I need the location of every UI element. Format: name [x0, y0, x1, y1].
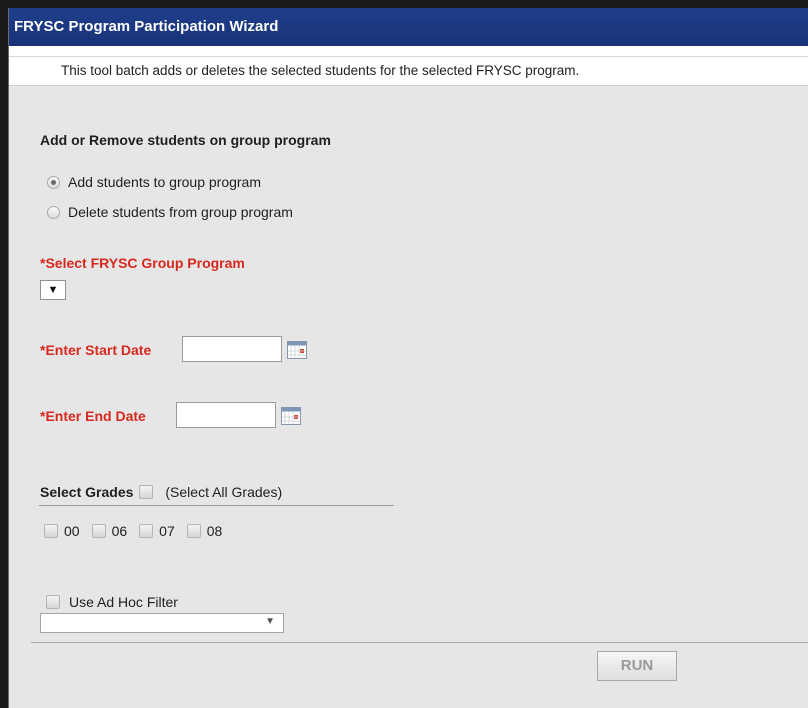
- radio-delete-students[interactable]: Delete students from group program: [47, 204, 293, 220]
- grade-label: 07: [159, 523, 175, 539]
- footer-divider: [31, 642, 808, 643]
- radio-add-students[interactable]: Add students to group program: [47, 174, 261, 190]
- grade-item-07[interactable]: 07: [139, 523, 175, 539]
- adhoc-filter-label: Use Ad Hoc Filter: [69, 594, 178, 610]
- grade-label: 06: [111, 523, 128, 539]
- grade-checkbox[interactable]: [139, 524, 154, 538]
- grade-checkbox[interactable]: [91, 524, 106, 538]
- grade-item-06[interactable]: 06: [91, 523, 128, 539]
- grades-heading-row: Select Grades (Select All Grades): [40, 484, 282, 500]
- adhoc-filter-row[interactable]: Use Ad Hoc Filter: [46, 594, 178, 610]
- group-program-select[interactable]: ▼: [40, 280, 66, 300]
- calendar-icon[interactable]: [281, 407, 301, 425]
- radio-add-students-control[interactable]: [47, 175, 60, 189]
- calendar-icon[interactable]: [287, 341, 307, 359]
- grade-checkbox[interactable]: [186, 524, 201, 538]
- end-date-label: *Enter End Date: [40, 408, 146, 424]
- grade-item-08[interactable]: 08: [186, 523, 223, 539]
- group-program-label: *Select FRYSC Group Program: [40, 255, 245, 271]
- title-spacer: [9, 46, 808, 56]
- radio-delete-students-label: Delete students from group program: [68, 204, 293, 220]
- adhoc-filter-checkbox[interactable]: [46, 595, 60, 609]
- chevron-down-icon: ▼: [265, 616, 275, 627]
- start-date-input[interactable]: [182, 336, 282, 362]
- wizard-title: FRYSC Program Participation Wizard: [9, 8, 808, 46]
- wizard-panel: FRYSC Program Participation Wizard This …: [8, 8, 808, 708]
- run-button[interactable]: RUN: [597, 651, 677, 681]
- mode-section-heading: Add or Remove students on group program: [40, 132, 331, 148]
- grades-divider: [39, 505, 394, 506]
- end-date-input[interactable]: [176, 402, 276, 428]
- tool-description: This tool batch adds or deletes the sele…: [9, 56, 808, 86]
- grade-checkbox[interactable]: [44, 524, 58, 538]
- grade-checkbox-list: 00 06 07 08: [44, 523, 234, 539]
- radio-delete-students-control[interactable]: [47, 205, 60, 219]
- select-all-grades-label: (Select All Grades): [165, 484, 283, 500]
- grade-item-00[interactable]: 00: [44, 523, 80, 539]
- grade-label: 00: [64, 523, 80, 539]
- adhoc-filter-select[interactable]: ▼: [40, 613, 284, 633]
- grade-label: 08: [206, 523, 223, 539]
- start-date-label: *Enter Start Date: [40, 342, 152, 358]
- radio-add-students-label: Add students to group program: [68, 174, 262, 190]
- chevron-down-icon: ▼: [47, 284, 59, 296]
- select-all-grades-checkbox[interactable]: [139, 485, 154, 499]
- grades-heading: Select Grades: [40, 484, 134, 500]
